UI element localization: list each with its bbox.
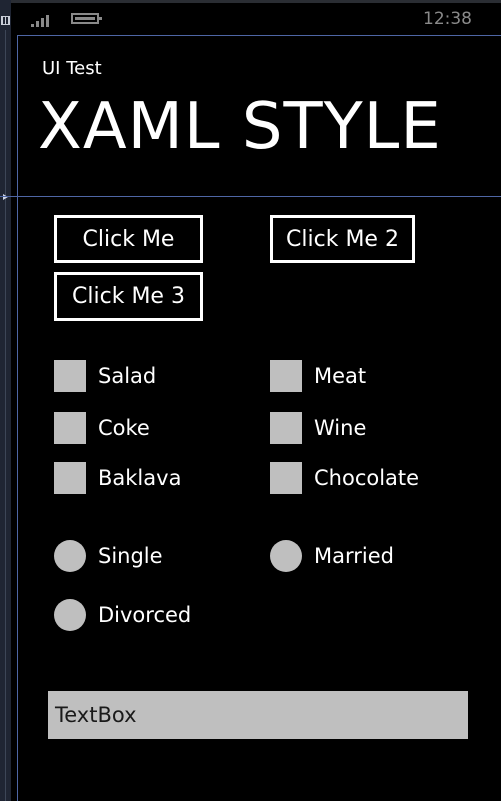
checkbox-square[interactable] (54, 411, 86, 444)
checkbox-square[interactable] (270, 461, 302, 494)
click-me-3-button[interactable]: Click Me 3 (54, 272, 203, 321)
checkbox-label: Chocolate (314, 465, 420, 490)
checkbox-coke[interactable]: Coke (54, 411, 150, 444)
radio-single[interactable]: Single (54, 539, 163, 572)
checkbox-square[interactable] (270, 411, 302, 444)
click-me-button[interactable]: Click Me (54, 215, 203, 263)
checkbox-square[interactable] (270, 359, 302, 392)
header-grid-divider (0, 196, 501, 197)
text-input[interactable]: TextBox (48, 691, 468, 739)
checkbox-label: Coke (98, 415, 150, 440)
radio-circle[interactable] (54, 598, 86, 631)
click-me-2-button[interactable]: Click Me 2 (270, 215, 415, 263)
checkbox-label: Meat (314, 363, 367, 388)
checkbox-square[interactable] (54, 359, 86, 392)
signal-strength-icon (31, 13, 53, 27)
checkbox-label: Wine (314, 415, 367, 440)
status-bar: 12:38 (11, 0, 501, 36)
radio-divorced[interactable]: Divorced (54, 598, 191, 631)
designer-guide-line (5, 30, 6, 801)
page-title: XAML STYLE (38, 90, 442, 164)
checkbox-wine[interactable]: Wine (270, 411, 366, 444)
battery-icon (71, 13, 102, 24)
radio-married[interactable]: Married (270, 539, 394, 572)
radio-label: Married (314, 543, 394, 568)
radio-label: Single (98, 543, 163, 568)
row-marker-icon[interactable] (3, 194, 8, 200)
checkbox-label: Baklava (98, 465, 182, 490)
radio-circle[interactable] (270, 539, 302, 572)
designer-side-strip (0, 0, 11, 801)
checkbox-baklava[interactable]: Baklava (54, 461, 181, 494)
checkbox-label: Salad (98, 363, 157, 388)
checkbox-square[interactable] (54, 461, 86, 494)
grid-icon[interactable] (1, 16, 10, 25)
radio-circle[interactable] (54, 539, 86, 572)
checkbox-salad[interactable]: Salad (54, 359, 156, 392)
radio-label: Divorced (98, 602, 192, 627)
checkbox-chocolate[interactable]: Chocolate (270, 461, 419, 494)
status-clock: 12:38 (423, 9, 472, 29)
application-title: UI Test (42, 58, 102, 79)
phone-designer-canvas: 12:38 UI Test XAML STYLE Click Me Click … (0, 0, 501, 801)
status-bar-top-strip (11, 0, 501, 3)
checkbox-meat[interactable]: Meat (270, 359, 366, 392)
